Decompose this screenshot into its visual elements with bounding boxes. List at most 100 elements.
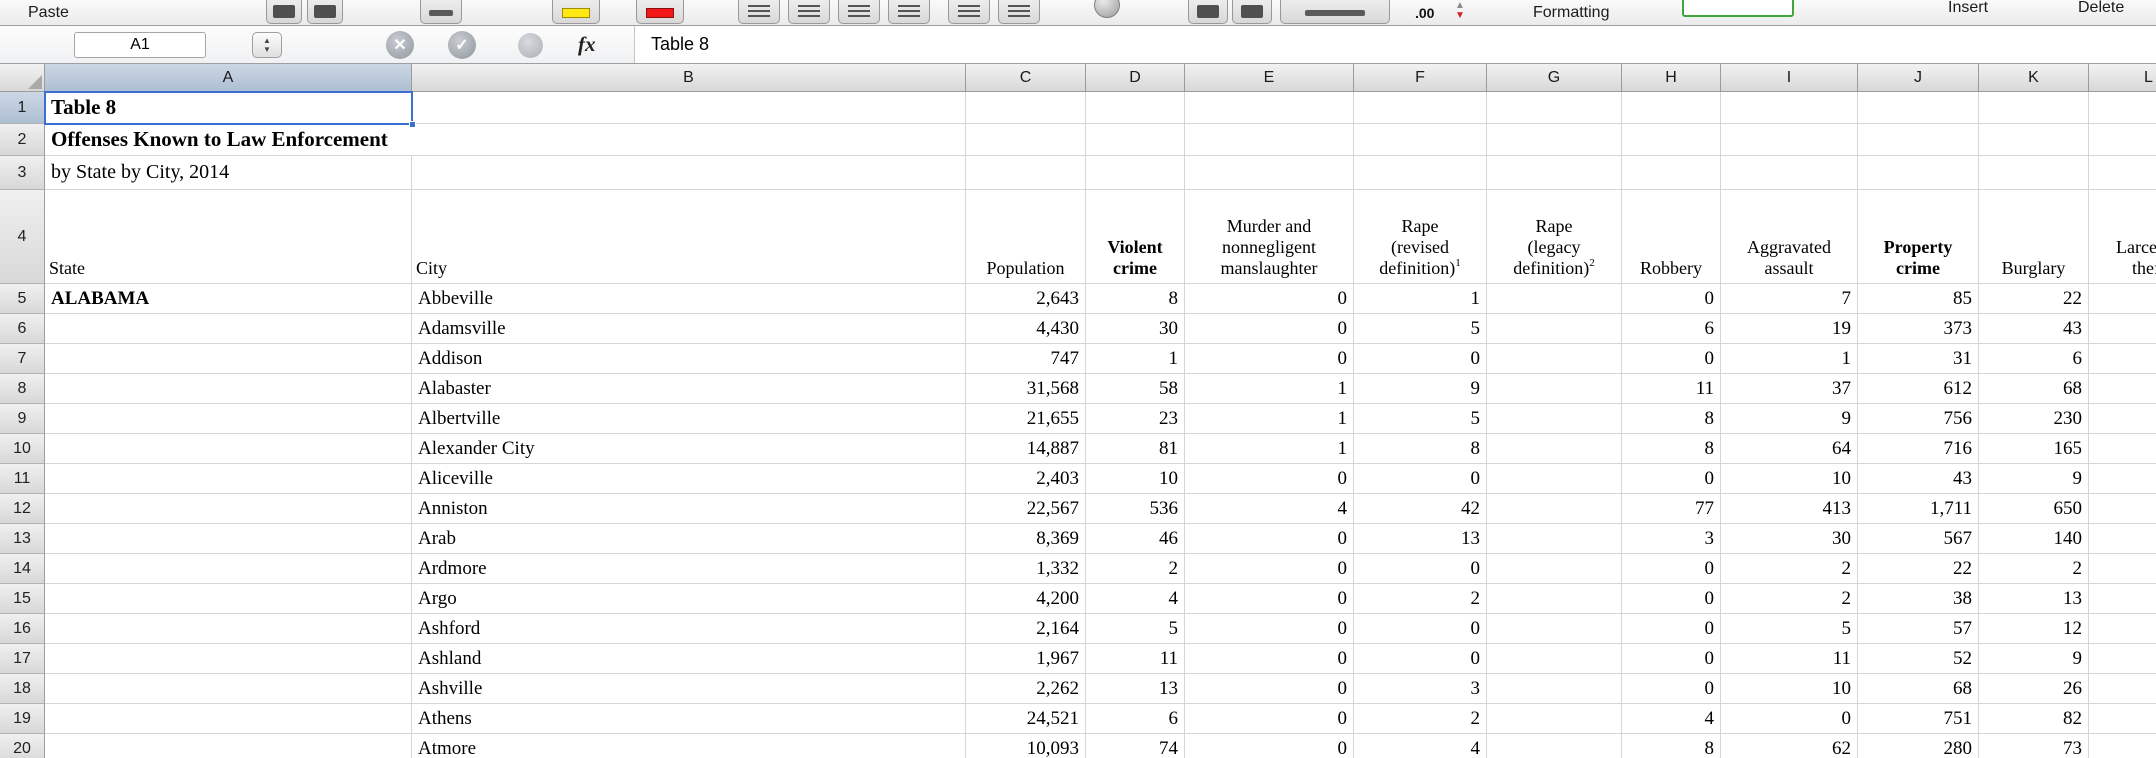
cell-G16[interactable]	[1487, 614, 1622, 644]
cell-H8[interactable]: 11	[1622, 374, 1721, 404]
cell-J2[interactable]	[1858, 124, 1979, 156]
cell-K17[interactable]: 9	[1979, 644, 2089, 674]
cell-A20[interactable]	[45, 734, 412, 758]
cell-F5[interactable]: 1	[1354, 284, 1487, 314]
cell-D8[interactable]: 58	[1086, 374, 1185, 404]
cell-E11[interactable]: 0	[1185, 464, 1354, 494]
cell-H5[interactable]: 0	[1622, 284, 1721, 314]
cell-J5[interactable]: 85	[1858, 284, 1979, 314]
cell-B1[interactable]	[412, 92, 966, 124]
cell-A11[interactable]	[45, 464, 412, 494]
sphere-icon[interactable]	[1094, 0, 1120, 18]
insert-function-icon[interactable]: fx	[578, 32, 596, 57]
cell-F20[interactable]: 4	[1354, 734, 1487, 758]
cell-J19[interactable]: 751	[1858, 704, 1979, 734]
cell-J9[interactable]: 756	[1858, 404, 1979, 434]
cell-L12[interactable]	[2089, 494, 2156, 524]
cell-H16[interactable]: 0	[1622, 614, 1721, 644]
row-header-1[interactable]: 1	[0, 92, 45, 124]
cell-B10[interactable]: Alexander City	[412, 434, 966, 464]
cell-G12[interactable]	[1487, 494, 1622, 524]
insert-button[interactable]: Insert	[1948, 0, 1988, 17]
cell-I11[interactable]: 10	[1721, 464, 1858, 494]
row-header-5[interactable]: 5	[0, 284, 45, 314]
cell-B19[interactable]: Athens	[412, 704, 966, 734]
cell-L19[interactable]	[2089, 704, 2156, 734]
cell-B15[interactable]: Argo	[412, 584, 966, 614]
cell-F8[interactable]: 9	[1354, 374, 1487, 404]
row-header-11[interactable]: 11	[0, 464, 45, 494]
cell-G11[interactable]	[1487, 464, 1622, 494]
cell-C13[interactable]: 8,369	[966, 524, 1086, 554]
cell-K2[interactable]	[1979, 124, 2089, 156]
row-header-18[interactable]: 18	[0, 674, 45, 704]
cell-H12[interactable]: 77	[1622, 494, 1721, 524]
cell-C7[interactable]: 747	[966, 344, 1086, 374]
cell-G14[interactable]	[1487, 554, 1622, 584]
cell-I16[interactable]: 5	[1721, 614, 1858, 644]
cell-L14[interactable]	[2089, 554, 2156, 584]
cell-I3[interactable]	[1721, 156, 1858, 190]
cell-B18[interactable]: Ashville	[412, 674, 966, 704]
cell-H10[interactable]: 8	[1622, 434, 1721, 464]
column-header-F[interactable]: F	[1354, 64, 1487, 92]
cell-H6[interactable]: 6	[1622, 314, 1721, 344]
align-right-button[interactable]	[838, 0, 880, 24]
cell-H14[interactable]: 0	[1622, 554, 1721, 584]
shading-button[interactable]	[307, 0, 343, 24]
cell-A14[interactable]	[45, 554, 412, 584]
cell-L11[interactable]	[2089, 464, 2156, 494]
row-header-9[interactable]: 9	[0, 404, 45, 434]
cell-J1[interactable]	[1858, 92, 1979, 124]
cell-C18[interactable]: 2,262	[966, 674, 1086, 704]
cell-F14[interactable]: 0	[1354, 554, 1487, 584]
cell-C1[interactable]	[966, 92, 1086, 124]
column-header-J[interactable]: J	[1858, 64, 1979, 92]
cell-D14[interactable]: 2	[1086, 554, 1185, 584]
cell-A16[interactable]	[45, 614, 412, 644]
cell-A15[interactable]	[45, 584, 412, 614]
cell-B9[interactable]: Albertville	[412, 404, 966, 434]
cell-J16[interactable]: 57	[1858, 614, 1979, 644]
cell-I20[interactable]: 62	[1721, 734, 1858, 758]
cell-A19[interactable]	[45, 704, 412, 734]
cell-H1[interactable]	[1622, 92, 1721, 124]
cell-C20[interactable]: 10,093	[966, 734, 1086, 758]
conditional-formatting-button[interactable]: Formatting	[1533, 4, 1609, 22]
cell-E20[interactable]: 0	[1185, 734, 1354, 758]
row-header-16[interactable]: 16	[0, 614, 45, 644]
cell-G20[interactable]	[1487, 734, 1622, 758]
cell-C10[interactable]: 14,887	[966, 434, 1086, 464]
cell-K13[interactable]: 140	[1979, 524, 2089, 554]
cell-J15[interactable]: 38	[1858, 584, 1979, 614]
row-header-12[interactable]: 12	[0, 494, 45, 524]
cell-C2[interactable]	[966, 124, 1086, 156]
cell-H13[interactable]: 3	[1622, 524, 1721, 554]
cell-F1[interactable]	[1354, 92, 1487, 124]
cell-K3[interactable]	[1979, 156, 2089, 190]
cell-H17[interactable]: 0	[1622, 644, 1721, 674]
cell-J13[interactable]: 567	[1858, 524, 1979, 554]
cell-E12[interactable]: 4	[1185, 494, 1354, 524]
cell-J20[interactable]: 280	[1858, 734, 1979, 758]
cell-A17[interactable]	[45, 644, 412, 674]
cell-G6[interactable]	[1487, 314, 1622, 344]
row-header-13[interactable]: 13	[0, 524, 45, 554]
cell-D5[interactable]: 8	[1086, 284, 1185, 314]
cell-F6[interactable]: 5	[1354, 314, 1487, 344]
cell-E17[interactable]: 0	[1185, 644, 1354, 674]
paste-button[interactable]: Paste	[28, 4, 69, 22]
cell-I17[interactable]: 11	[1721, 644, 1858, 674]
cell-H2[interactable]	[1622, 124, 1721, 156]
cell-C6[interactable]: 4,430	[966, 314, 1086, 344]
cell-E8[interactable]: 1	[1185, 374, 1354, 404]
cell-G8[interactable]	[1487, 374, 1622, 404]
cell-reference-box[interactable]: A1	[74, 32, 206, 58]
cell-G19[interactable]	[1487, 704, 1622, 734]
cell-C14[interactable]: 1,332	[966, 554, 1086, 584]
cell-A4[interactable]: State	[45, 190, 412, 284]
row-header-14[interactable]: 14	[0, 554, 45, 584]
cell-B8[interactable]: Alabaster	[412, 374, 966, 404]
cell-I13[interactable]: 30	[1721, 524, 1858, 554]
cell-L6[interactable]	[2089, 314, 2156, 344]
